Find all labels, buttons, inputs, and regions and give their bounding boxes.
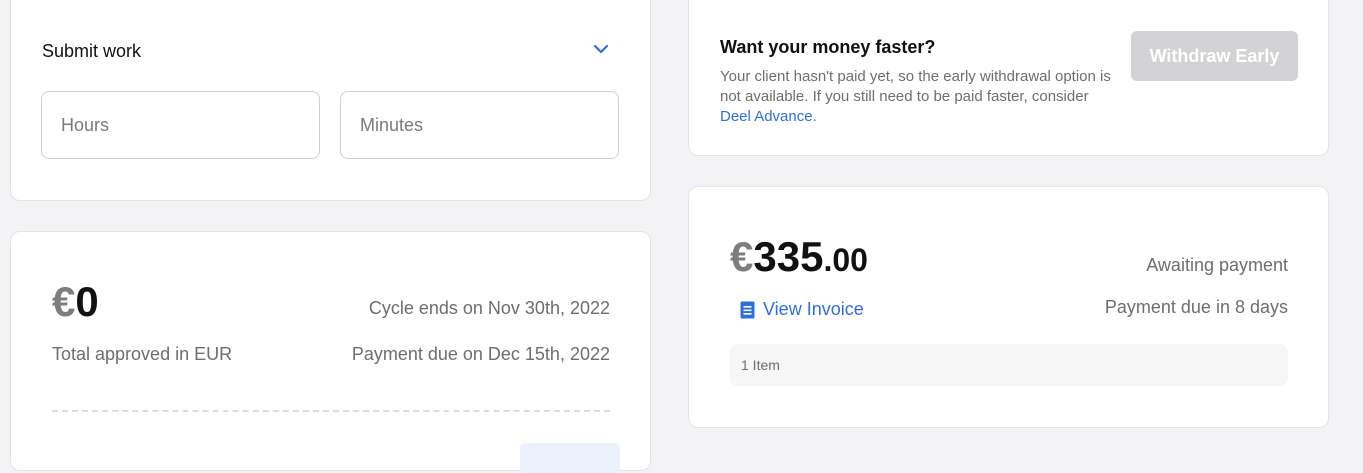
withdraw-description: Your client hasn't paid yet, so the earl… — [720, 67, 1120, 127]
invoice-amount-cents: .00 — [823, 242, 868, 278]
view-invoice-link[interactable]: View Invoice — [740, 299, 864, 320]
minutes-input[interactable] — [340, 91, 619, 159]
withdraw-description-text: Your client hasn't paid yet, so the earl… — [720, 68, 1111, 105]
payment-due-days: Payment due in 8 days — [1104, 297, 1288, 317]
deel-advance-link[interactable]: Deel Advance — [720, 108, 813, 125]
view-invoice-label: View Invoice — [763, 299, 864, 319]
currency-symbol: € — [730, 233, 754, 280]
invoice-amount: €335.00 — [730, 233, 868, 281]
total-amount: €0 — [52, 278, 99, 326]
invoice-amount-whole: 335 — [753, 233, 824, 280]
submit-work-title[interactable]: Submit work — [42, 41, 141, 62]
items-summary[interactable]: 1 Item — [730, 344, 1288, 386]
cycle-end-date: Cycle ends on Nov 30th, 2022 — [368, 298, 610, 318]
partial-button[interactable] — [520, 443, 620, 473]
payment-status: Awaiting payment — [1146, 255, 1288, 275]
total-approved-label: Total approved in EUR — [52, 344, 233, 364]
hours-input[interactable] — [41, 91, 320, 159]
invoice-card: €335.00 View Invoice Awaiting payment Pa… — [688, 186, 1329, 428]
withdraw-early-button[interactable]: Withdraw Early — [1131, 31, 1298, 81]
withdraw-description-end: . — [812, 108, 817, 125]
currency-symbol: € — [52, 278, 76, 325]
dashed-divider — [52, 410, 610, 412]
submit-work-card: Submit work — [10, 0, 651, 201]
withdraw-title: Want your money faster? — [720, 37, 936, 57]
chevron-down-icon[interactable] — [591, 41, 611, 57]
payment-due-date: Payment due on Dec 15th, 2022 — [351, 344, 610, 364]
total-approved-card: €0 Total approved in EUR Cycle ends on N… — [10, 231, 651, 473]
document-icon — [740, 301, 755, 318]
withdraw-early-card: Want your money faster? Your client hasn… — [688, 0, 1329, 156]
total-amount-value: 0 — [75, 278, 99, 325]
